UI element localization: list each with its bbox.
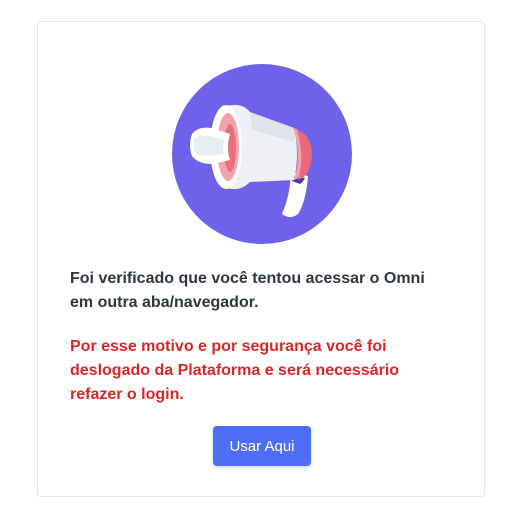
use-here-button[interactable]: Usar Aqui xyxy=(213,426,311,466)
session-conflict-card: Foi verificado que você tentou acessar o… xyxy=(37,21,485,497)
logout-warning-message: Por esse motivo e por segurança você foi… xyxy=(70,338,400,403)
megaphone-icon xyxy=(172,64,352,244)
session-conflict-message: Foi verificado que você tentou acessar o… xyxy=(70,270,425,311)
megaphone-illustration xyxy=(172,64,352,244)
